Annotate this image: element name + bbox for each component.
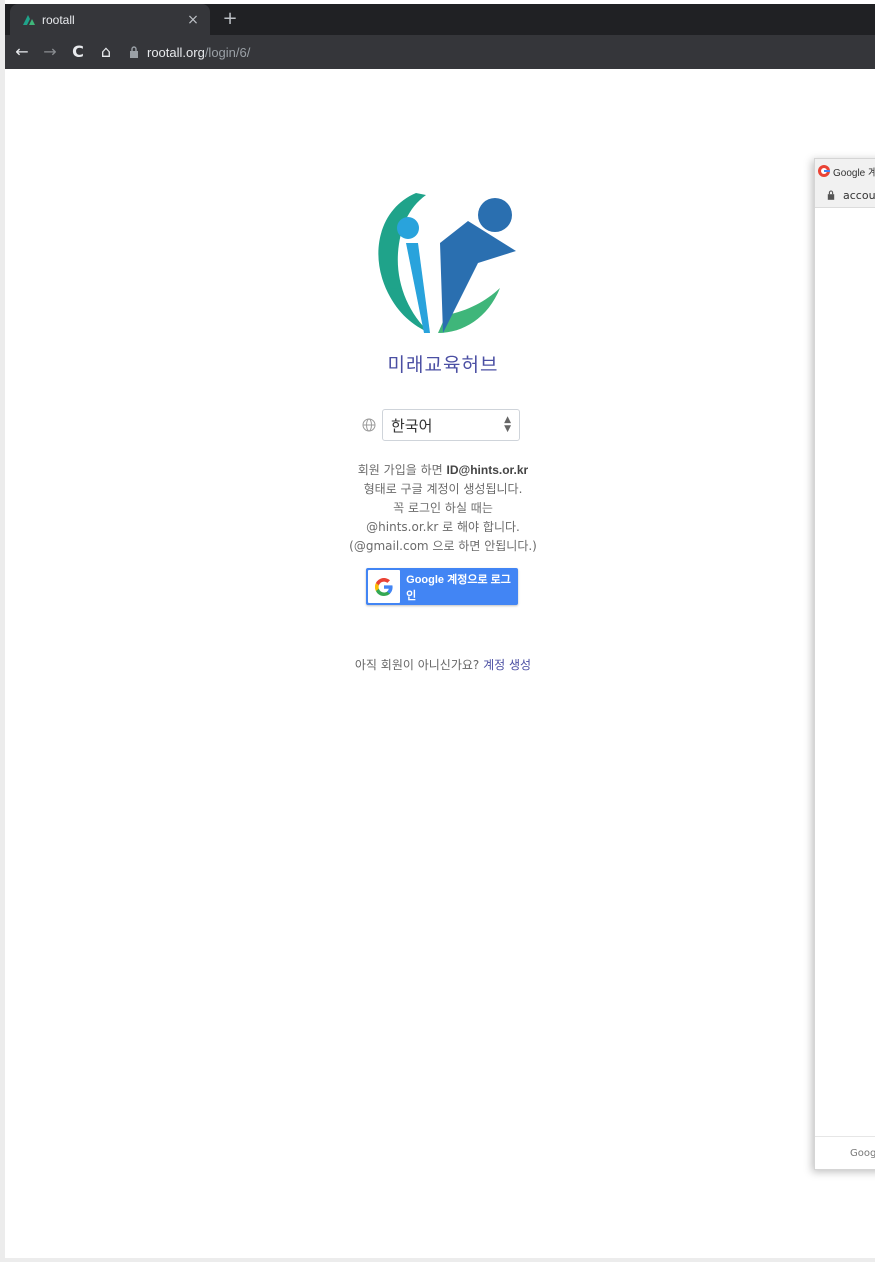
reload-button[interactable]: C <box>65 39 91 65</box>
select-arrows-icon: ▲ ▼ <box>504 415 511 434</box>
notice-line-2: 형태로 구글 계정이 생성됩니다. <box>363 482 523 496</box>
tab-title: rootall <box>42 12 75 27</box>
signup-notice: 회원 가입을 하면 ID@hints.or.kr 형태로 구글 계정이 생성됩니… <box>0 461 875 556</box>
create-account-link[interactable]: 계정 생성 <box>483 658 531 672</box>
window-border-bottom <box>0 1258 875 1262</box>
google-favicon-icon <box>818 165 830 177</box>
notice-line-1: 회원 가입을 하면 ID@hints.or.kr <box>357 463 529 477</box>
new-tab-button[interactable]: + <box>219 8 241 30</box>
popup-lock-icon <box>827 190 835 200</box>
lock-icon <box>130 46 138 58</box>
notice-line-5: (@gmail.com 으로 하면 안됩니다.) <box>349 539 537 553</box>
browser-tab-rootall[interactable]: rootall × <box>10 4 210 35</box>
browser-tab-bar: rootall × + <box>5 4 875 35</box>
popup-title: Google 계 <box>833 167 875 179</box>
forward-button[interactable]: → <box>37 39 63 65</box>
popup-footer: Googl <box>815 1136 875 1169</box>
url-host: rootall.org <box>147 44 205 60</box>
popup-footer-text: Googl <box>850 1147 875 1159</box>
signup-text: 아직 회원이 아니신가요? <box>354 658 480 672</box>
url-path: /login/6/ <box>204 44 251 60</box>
google-g-icon <box>368 570 401 603</box>
window-border-left <box>0 0 5 1262</box>
browser-toolbar: ← → C ⌂ rootall.org/login/6/ <box>5 35 875 69</box>
home-button[interactable]: ⌂ <box>93 39 119 65</box>
rootall-favicon-icon <box>22 13 36 27</box>
language-select[interactable]: 한국어 ▲ ▼ <box>382 409 520 441</box>
language-row: 한국어 ▲ ▼ <box>362 409 520 441</box>
mirae-edu-hub-logo <box>378 193 516 333</box>
google-popup-window[interactable]: Google 계 accoun Googl <box>814 158 875 1170</box>
address-bar[interactable]: rootall.org/login/6/ <box>129 45 250 60</box>
brand-title: 미래교육허브 <box>387 354 499 376</box>
notice-line-4: @hints.or.kr 로 해야 합니다. <box>366 520 520 534</box>
notice-line-3: 꼭 로그인 하실 때는 <box>393 501 493 515</box>
back-button[interactable]: ← <box>9 39 35 65</box>
globe-icon <box>362 418 376 432</box>
google-login-label: Google 계정으로 로그인 <box>406 573 511 602</box>
popup-titlebar[interactable]: Google 계 <box>815 159 875 183</box>
language-select-value: 한국어 <box>391 416 433 435</box>
notice-email: ID@hints.or.kr <box>446 463 529 477</box>
tab-close-icon[interactable]: × <box>184 12 202 28</box>
google-login-button[interactable]: Google 계정으로 로그인 <box>366 568 518 605</box>
popup-url-bar: accoun <box>815 183 875 208</box>
popup-url: accoun <box>843 188 875 202</box>
signup-prompt: 아직 회원이 아니신가요? 계정 생성 <box>0 656 875 673</box>
